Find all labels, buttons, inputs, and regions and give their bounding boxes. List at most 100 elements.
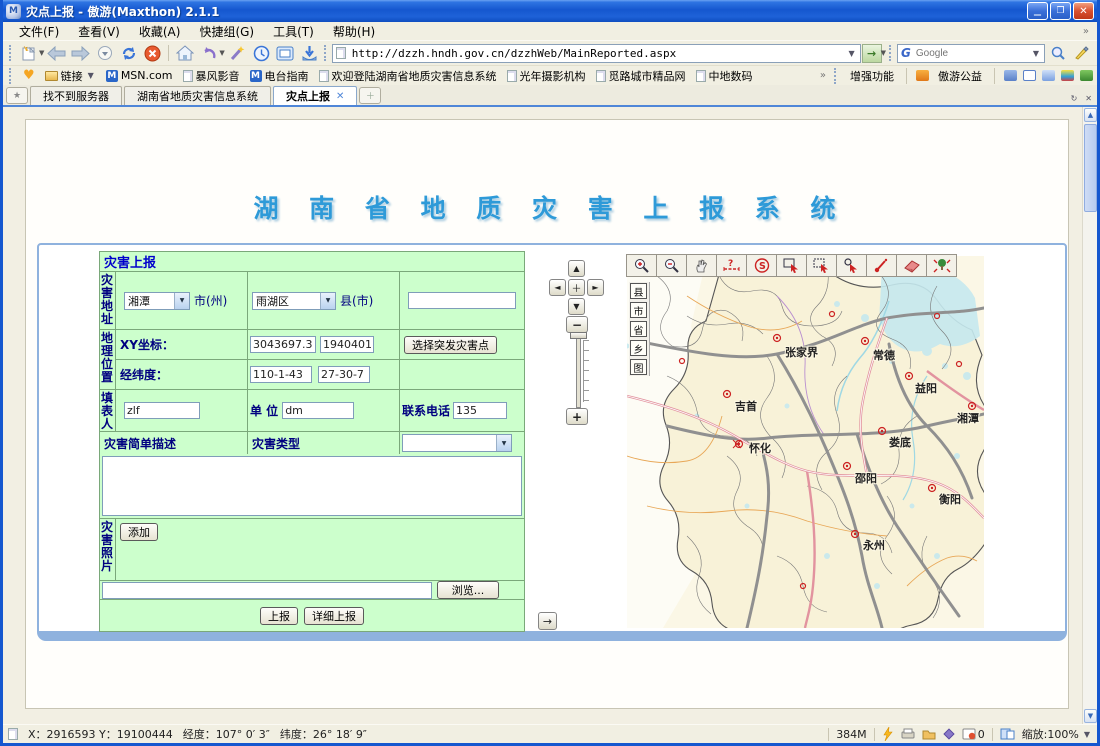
favorites-button[interactable] [20,68,38,83]
address-detail-input[interactable] [408,292,516,309]
home-button[interactable] [173,43,196,64]
y-coordinate-input[interactable] [320,336,374,353]
scroll-thumb[interactable] [1084,124,1097,212]
menu-tools[interactable]: 工具(T) [265,22,322,41]
county-select[interactable]: 雨湖区 [252,292,336,310]
bookmark-radio[interactable]: 电台指南 [247,68,312,84]
submit-button[interactable]: 上报 [260,607,298,625]
browse-button[interactable]: 浏览... [437,581,499,599]
minimize-button[interactable] [1027,2,1048,20]
tab-list-button[interactable]: ★ [6,87,28,104]
go-button[interactable] [862,44,882,63]
address-bar[interactable]: ▼ [332,44,861,63]
phone-input[interactable] [453,402,507,419]
split-view-icon[interactable] [1000,728,1015,740]
map-measure-distance-button[interactable]: ? [716,254,747,277]
layer-township-button[interactable]: 乡 [630,340,647,356]
address-dropdown[interactable]: ▼ [846,49,856,58]
zoom-slider-thumb[interactable] [570,332,587,339]
download-button[interactable] [298,43,321,64]
map-pan-button[interactable] [686,254,717,277]
proxy-icon[interactable] [901,728,915,740]
pick-disaster-point-button[interactable]: 选择突发灾害点 [404,336,497,354]
folder-status-icon[interactable] [922,729,936,740]
links-overflow-chevron[interactable]: » [820,70,826,81]
layer-province-button[interactable]: 省 [630,321,647,337]
map-zoom-in-button[interactable] [626,254,657,277]
tab-close-all-icon[interactable]: ✕ [1083,94,1094,103]
close-tab-icon[interactable] [336,91,344,102]
restore-button[interactable] [1050,2,1071,20]
refresh-button[interactable] [117,43,140,64]
notes-icon[interactable] [1042,70,1055,81]
history-clock-button[interactable] [250,43,273,64]
map-zoom-out-button[interactable] [656,254,687,277]
scroll-down-icon[interactable] [1084,709,1097,723]
new-tab-button[interactable] [17,43,40,64]
layer-county-button[interactable]: 县 [630,283,647,299]
menu-favorites[interactable]: 收藏(A) [131,22,189,41]
history-dropdown-button[interactable] [93,43,116,64]
close-button[interactable] [1073,2,1094,20]
map-measure-area-button[interactable]: S [746,254,777,277]
description-textarea[interactable] [102,456,522,516]
map-zoom-box-button[interactable] [776,254,807,277]
longitude-input[interactable] [250,366,312,383]
addressbar-grip[interactable] [324,45,327,61]
searchbox-grip[interactable] [889,45,892,61]
menu-help[interactable]: 帮助(H) [325,22,383,41]
forward-button[interactable] [69,43,92,64]
x-coordinate-input[interactable] [250,336,316,353]
tab-hunan-info-system[interactable]: 湖南省地质灾害信息系统 [124,86,271,105]
map-add-point-button[interactable] [866,254,897,277]
filter-pack-icon[interactable] [943,728,955,740]
unit-input[interactable] [282,402,354,419]
maxthon-charity-icon[interactable] [916,70,929,81]
sidebar-icon[interactable] [1004,70,1017,81]
tab-disaster-report[interactable]: 灾点上报 [273,86,357,105]
hunan-map[interactable]: 张家界 常德 益阳 吉首 怀化 娄底 湘潭 邵阳 衡阳 永州 [627,256,984,628]
bookmark-photo[interactable]: 光年摄影机构 [504,68,589,84]
bookmark-msn[interactable]: MSN.com [103,69,176,82]
undo-dropdown[interactable]: ▼ [219,49,224,57]
tab-scroll-icon[interactable]: ↻ [1069,94,1080,103]
toolbar-grip[interactable] [9,45,12,61]
zoom-out-step-button[interactable] [566,316,588,333]
linksbar-grip[interactable] [9,68,12,84]
pan-up-button[interactable] [568,260,585,277]
pan-right-button[interactable] [587,279,604,296]
disaster-type-select[interactable] [402,434,512,452]
search-box[interactable]: ▼ [897,44,1045,63]
charity-link[interactable]: 傲游公益 [935,68,985,84]
layer-city-button[interactable]: 市 [630,302,647,318]
search-input[interactable] [914,47,1028,60]
enhance-menu[interactable]: 增强功能 [847,68,897,84]
map-zoom-box-out-button[interactable] [806,254,837,277]
city-select[interactable]: 湘潭 [124,292,190,310]
map-identify-button[interactable] [836,254,867,277]
file-path-input[interactable] [102,582,432,599]
scroll-up-icon[interactable] [1084,108,1097,122]
links-folder[interactable]: 链接▼ [42,68,99,84]
zoom-in-step-button[interactable] [566,408,588,425]
menu-view[interactable]: 查看(V) [70,22,128,41]
undo-button[interactable] [197,43,220,64]
latitude-input[interactable] [318,366,370,383]
highlight-pen-button[interactable] [1070,43,1093,64]
menu-file[interactable]: 文件(F) [11,22,67,41]
back-button[interactable] [45,43,68,64]
map-full-extent-button[interactable] [926,254,957,277]
tab-server-not-found[interactable]: 找不到服务器 [30,86,122,105]
boost-lightning-icon[interactable] [882,727,894,741]
snapshot-button[interactable] [274,43,297,64]
popup-blocker[interactable]: 0 [962,728,985,741]
bookmark-zhongdi[interactable]: 中地数码 [693,68,756,84]
search-go-button[interactable] [1046,43,1069,64]
menu-overflow-chevron[interactable]: » [1083,26,1089,37]
layer-legend-button[interactable]: 图 [630,359,647,375]
zoom-control[interactable]: 缩放:100% ▼ [1022,726,1092,742]
pan-left-button[interactable] [549,279,566,296]
bookmark-hunan-geo[interactable]: 欢迎登陆湖南省地质灾害信息系统 [316,68,500,84]
pan-center-button[interactable] [568,279,585,296]
plugin-icon[interactable] [1080,70,1093,81]
